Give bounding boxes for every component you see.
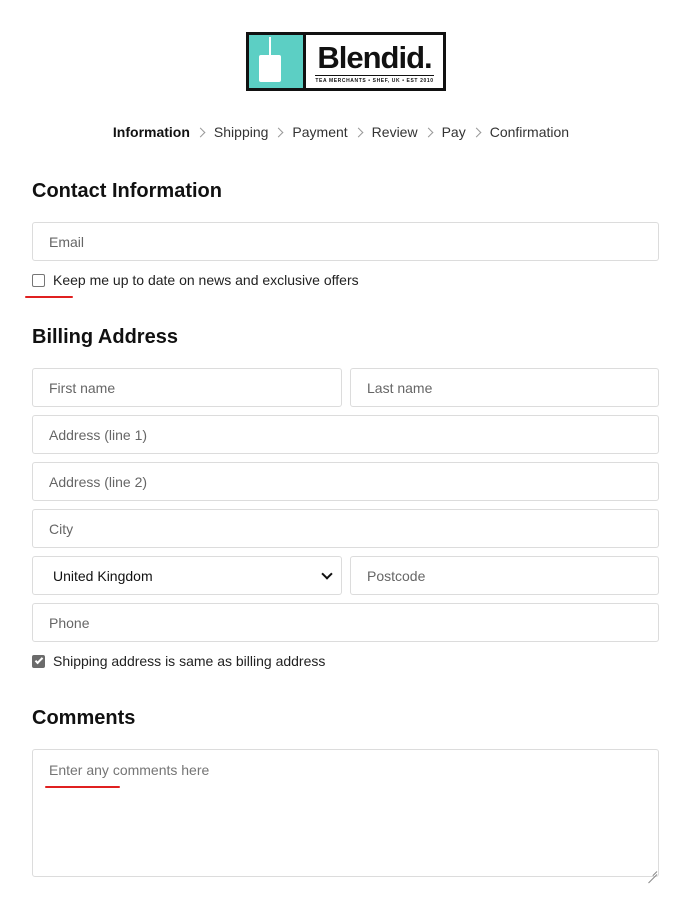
logo-tagline: TEA MERCHANTS • SHEF, UK • EST 2010 [315,74,434,84]
chevron-right-icon [273,127,284,137]
logo-wordmark: Blendid. [317,39,432,75]
annotation-underline [45,786,120,788]
breadcrumb-step-confirmation[interactable]: Confirmation [490,124,569,140]
country-select[interactable]: United Kingdom [32,556,342,595]
chevron-down-icon [321,567,333,580]
resize-handle-icon[interactable] [647,865,657,875]
same-address-label: Shipping address is same as billing addr… [53,653,326,669]
comments-textarea[interactable] [32,749,659,877]
breadcrumb-step-review[interactable]: Review [372,124,418,140]
contact-section-title: Contact Information [32,180,222,202]
email-input[interactable] [32,222,659,261]
breadcrumb-step-payment[interactable]: Payment [292,124,347,140]
newsletter-checkbox[interactable] [32,273,45,287]
tea-bag-icon [249,35,306,88]
newsletter-label: Keep me up to date on news and exclusive… [53,272,359,288]
address-line1-input[interactable] [32,415,659,454]
same-address-checkbox[interactable] [32,654,45,668]
phone-input[interactable] [32,603,659,642]
checkout-breadcrumb: Information Shipping Payment Review Pay … [0,124,682,140]
breadcrumb-step-information: Information [112,124,190,140]
comments-section-title: Comments [32,707,136,729]
last-name-input[interactable] [350,368,659,407]
brand-logo[interactable]: Blendid. TEA MERCHANTS • SHEF, UK • EST … [246,32,446,91]
billing-section-title: Billing Address [32,326,178,348]
breadcrumb-step-shipping[interactable]: Shipping [214,124,269,140]
city-input[interactable] [32,509,659,548]
postcode-input[interactable] [350,556,659,595]
annotation-underline [25,296,73,298]
chevron-right-icon [423,127,434,137]
chevron-right-icon [353,127,364,137]
first-name-input[interactable] [32,368,342,407]
country-select-value: United Kingdom [53,567,153,584]
chevron-right-icon [471,127,482,137]
newsletter-checkbox-row[interactable]: Keep me up to date on news and exclusive… [32,272,359,288]
breadcrumb-step-pay[interactable]: Pay [442,124,466,140]
same-address-checkbox-row[interactable]: Shipping address is same as billing addr… [32,653,325,669]
address-line2-input[interactable] [32,462,659,501]
check-icon [34,655,43,665]
chevron-right-icon [195,127,206,137]
